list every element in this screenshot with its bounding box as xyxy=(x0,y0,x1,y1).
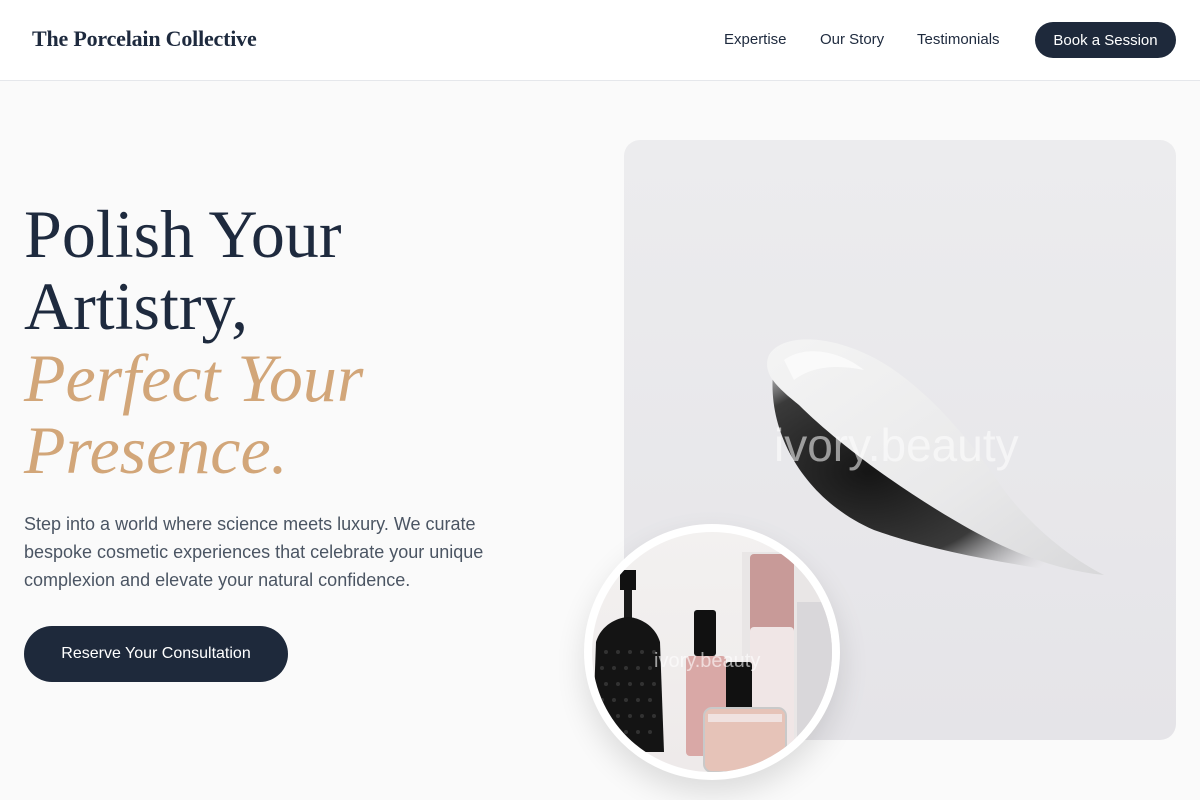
product-bottles-image: ivory.beauty xyxy=(592,532,832,772)
site-header: The Porcelain Collective Expertise Our S… xyxy=(0,0,1200,81)
nav-link-expertise[interactable]: Expertise xyxy=(724,31,787,48)
headline-line-1: Polish Your xyxy=(24,196,342,272)
brand-logo[interactable]: The Porcelain Collective xyxy=(32,26,257,52)
headline-accent-line-1: Perfect Your xyxy=(24,340,364,416)
hero-headline: Polish Your Artistry, Perfect Your Prese… xyxy=(24,198,584,486)
product-bottles-inset: ivory.beauty xyxy=(584,524,840,780)
headline-line-2: Artistry, xyxy=(24,268,249,344)
book-session-button[interactable]: Book a Session xyxy=(1035,22,1176,58)
image-watermark: ivory.beauty xyxy=(774,419,1019,471)
reserve-consultation-button[interactable]: Reserve Your Consultation xyxy=(24,626,288,682)
nav-link-testimonials[interactable]: Testimonials xyxy=(917,31,1000,48)
inset-watermark: ivory.beauty xyxy=(654,650,761,672)
nav-link-our-story[interactable]: Our Story xyxy=(820,31,884,48)
hero-description: Step into a world where science meets lu… xyxy=(24,514,484,590)
headline-accent-line-2: Presence. xyxy=(24,412,288,488)
